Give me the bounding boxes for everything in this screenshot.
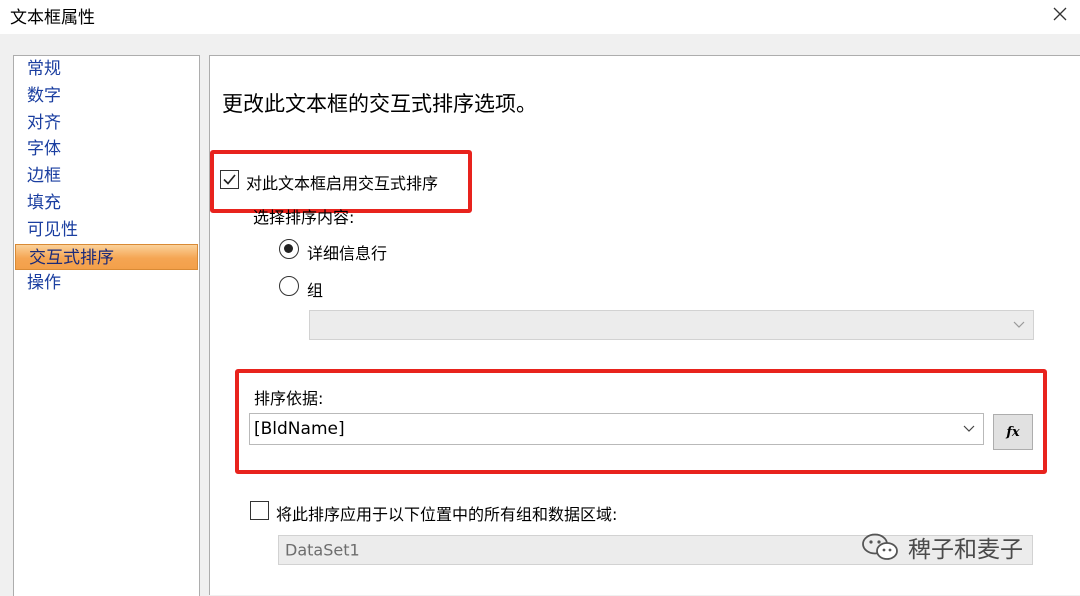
watermark-text: 稗子和麦子: [908, 537, 1023, 563]
dataset-value: DataSet1: [285, 540, 360, 560]
group-select[interactable]: [309, 310, 1034, 340]
apply-all-checkbox[interactable]: [250, 501, 269, 520]
wechat-icon: [862, 533, 898, 560]
sidebar-nav: 常规 数字 对齐 字体 边框 填充 可见性 交互式排序 操作: [13, 55, 200, 596]
sidebar-item-alignment[interactable]: 对齐: [14, 110, 199, 137]
sidebar-item-interactive-sort[interactable]: 交互式排序: [15, 243, 198, 271]
sidebar-item-border[interactable]: 边框: [14, 163, 199, 190]
sidebar-item-action[interactable]: 操作: [14, 270, 199, 297]
sidebar-item-visibility[interactable]: 可见性: [14, 217, 199, 244]
sidebar-item-fill[interactable]: 填充: [14, 190, 199, 217]
sidebar-item-general[interactable]: 常规: [14, 56, 199, 83]
highlight-box-sort-by: [235, 369, 1047, 474]
sidebar-item-number[interactable]: 数字: [14, 83, 199, 110]
detail-rows-label: 详细信息行: [307, 244, 388, 263]
group-radio[interactable]: [279, 276, 299, 296]
apply-all-label: 将此排序应用于以下位置中的所有组和数据区域:: [276, 505, 618, 524]
detail-rows-radio[interactable]: [279, 239, 299, 259]
group-label: 组: [307, 281, 324, 300]
close-icon: [1053, 7, 1067, 21]
title-bar: 文本框属性: [0, 0, 1080, 34]
window-title: 文本框属性: [10, 8, 95, 28]
close-button[interactable]: [1048, 2, 1072, 26]
sidebar-item-font[interactable]: 字体: [14, 136, 199, 163]
page-heading: 更改此文本框的交互式排序选项。: [222, 92, 537, 116]
sort-scope-label: 选择排序内容:: [253, 208, 355, 227]
chevron-down-icon: [1013, 321, 1025, 328]
watermark: 稗子和麦子: [860, 530, 1023, 564]
